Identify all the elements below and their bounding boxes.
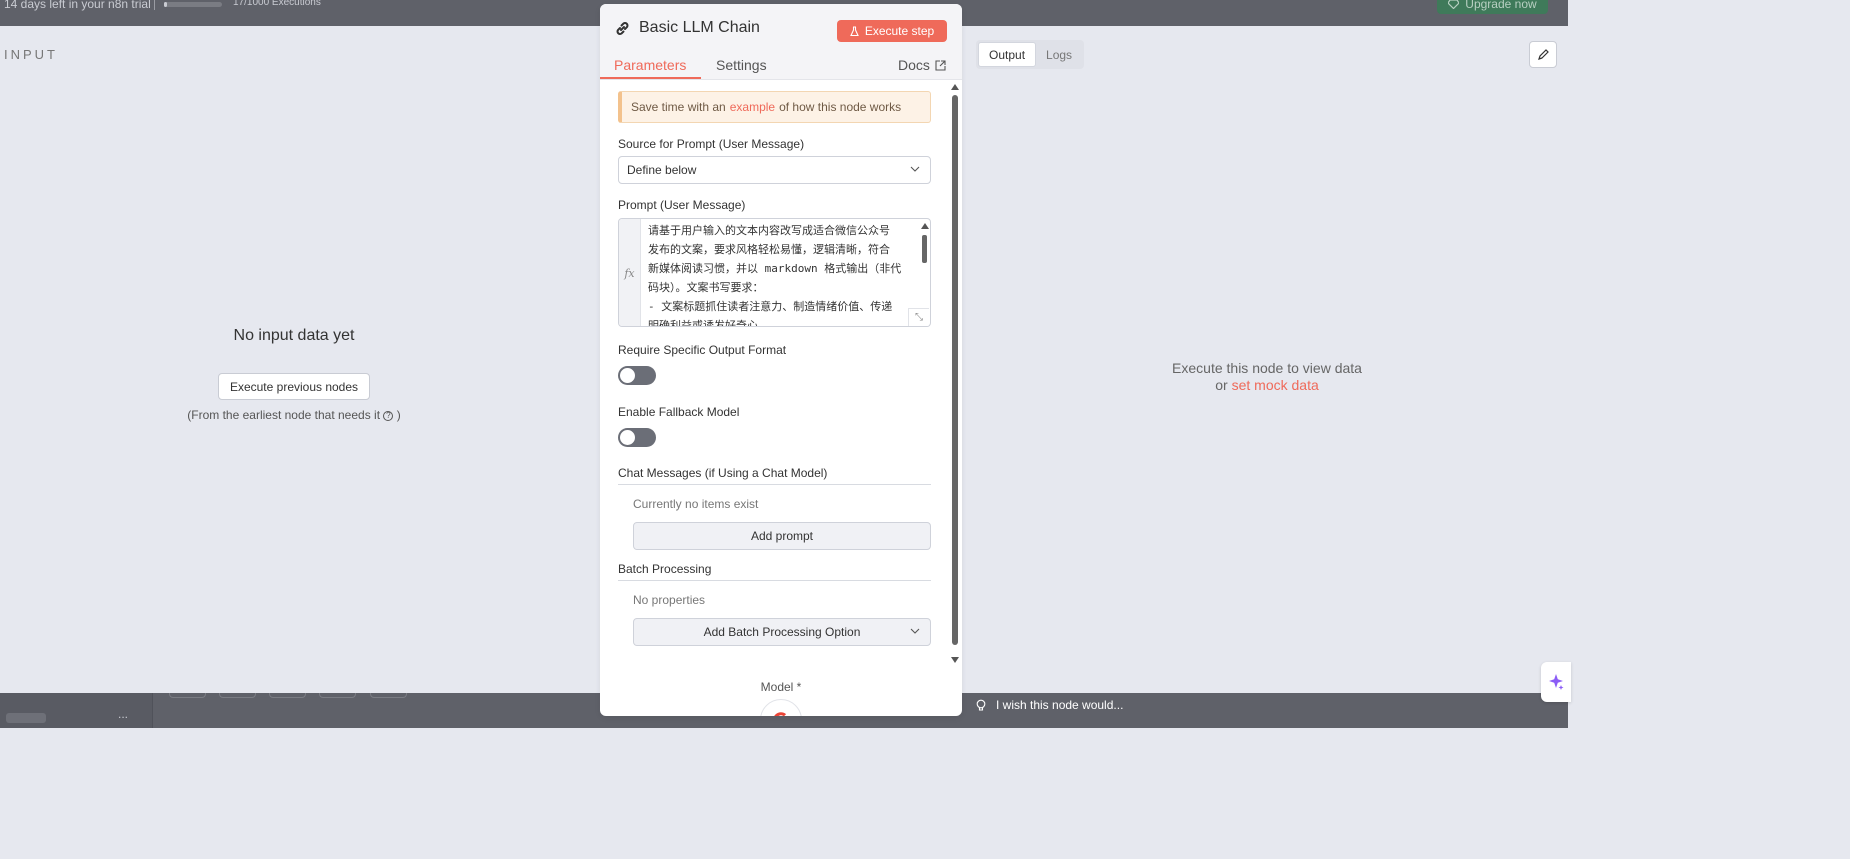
canvas-tool-button[interactable] bbox=[370, 693, 407, 698]
example-link[interactable]: example bbox=[730, 100, 775, 114]
feedback-link[interactable]: I wish this node would... bbox=[976, 698, 1123, 712]
more-menu-icon[interactable]: ... bbox=[118, 707, 128, 721]
divider bbox=[154, 0, 155, 10]
execute-step-button[interactable]: Execute step bbox=[837, 20, 947, 42]
upgrade-label: Upgrade now bbox=[1465, 0, 1537, 11]
scroll-up-icon[interactable] bbox=[951, 84, 959, 90]
docs-link[interactable]: Docs bbox=[898, 57, 946, 73]
executions-count: 17/1000 Executions bbox=[233, 0, 321, 8]
output-empty-state: Execute this node to view data or set mo… bbox=[1140, 360, 1394, 394]
google-icon bbox=[774, 712, 787, 716]
feedback-text: I wish this node would... bbox=[996, 698, 1124, 712]
source-prompt-value: Define below bbox=[627, 163, 697, 177]
external-link-icon bbox=[935, 59, 946, 71]
tip-prefix: Save time with an bbox=[631, 100, 726, 114]
expression-icon: fx bbox=[619, 219, 641, 326]
node-panel-header: Basic LLM Chain Execute step Parameters … bbox=[600, 4, 962, 80]
batch-empty: No properties bbox=[633, 593, 706, 607]
fallback-label: Enable Fallback Model bbox=[618, 405, 740, 419]
sparkle-icon bbox=[1549, 674, 1564, 690]
chevron-down-icon bbox=[910, 628, 920, 634]
executions-progress bbox=[164, 2, 222, 7]
flask-icon bbox=[849, 25, 859, 36]
executions-progress-fill bbox=[164, 2, 168, 7]
output-empty-or: or bbox=[1215, 377, 1228, 393]
tab-logs[interactable]: Logs bbox=[1036, 42, 1082, 67]
tab-settings[interactable]: Settings bbox=[716, 57, 767, 73]
canvas-tool-button[interactable] bbox=[319, 693, 356, 698]
add-batch-option-button[interactable]: Add Batch Processing Option bbox=[633, 618, 931, 646]
fallback-toggle[interactable] bbox=[618, 428, 656, 447]
require-format-label: Require Specific Output Format bbox=[618, 343, 787, 357]
example-tip: Save time with an example of how this no… bbox=[618, 91, 931, 123]
add-batch-option-label: Add Batch Processing Option bbox=[703, 625, 861, 639]
ai-assistant-button[interactable] bbox=[1541, 662, 1571, 702]
set-mock-data-link[interactable]: set mock data bbox=[1232, 377, 1319, 393]
tab-parameters[interactable]: Parameters bbox=[614, 57, 686, 73]
scroll-down-icon[interactable] bbox=[951, 657, 959, 663]
add-prompt-button[interactable]: Add prompt bbox=[633, 522, 931, 550]
node-panel-scrollbar[interactable] bbox=[950, 84, 962, 664]
batch-processing-title: Batch Processing bbox=[618, 562, 931, 581]
expand-editor-icon[interactable]: ⤡ bbox=[908, 308, 929, 326]
scrollbar-thumb[interactable] bbox=[952, 95, 958, 645]
edit-output-button[interactable] bbox=[1529, 41, 1557, 68]
output-empty-line: Execute this node to view data bbox=[1172, 360, 1362, 376]
lightbulb-icon bbox=[976, 699, 986, 711]
tip-suffix: of how this node works bbox=[779, 100, 902, 114]
chat-messages-empty: Currently no items exist bbox=[633, 497, 759, 511]
prompt-scrollbar[interactable] bbox=[920, 221, 929, 311]
docs-label: Docs bbox=[898, 57, 930, 73]
prompt-editor[interactable]: fx 请基于用户输入的文本内容改写成适合微信公众号 发布的文案，要求风格轻松易懂… bbox=[618, 218, 931, 327]
execute-step-label: Execute step bbox=[864, 24, 935, 38]
active-tab-indicator bbox=[600, 77, 701, 79]
prompt-label: Prompt (User Message) bbox=[618, 198, 746, 212]
help-icon[interactable]: ? bbox=[383, 411, 394, 421]
no-input-title: No input data yet bbox=[233, 327, 355, 344]
canvas-tool-button[interactable] bbox=[169, 693, 206, 698]
execute-previous-nodes-button[interactable]: Execute previous nodes bbox=[218, 373, 370, 400]
require-format-toggle[interactable] bbox=[618, 366, 656, 385]
sidebar-footer: ... bbox=[0, 693, 153, 728]
hint-prefix: (From the earliest node that needs it bbox=[187, 408, 381, 422]
google-model-connector[interactable] bbox=[760, 699, 802, 716]
chevron-down-icon bbox=[910, 166, 920, 172]
link-icon bbox=[616, 21, 629, 35]
source-prompt-label: Source for Prompt (User Message) bbox=[618, 137, 805, 151]
node-title[interactable]: Basic LLM Chain bbox=[639, 19, 760, 37]
input-pane-label: INPUT bbox=[4, 47, 58, 62]
gem-icon bbox=[1448, 0, 1460, 9]
source-prompt-select[interactable]: Define below bbox=[618, 156, 931, 184]
pencil-icon bbox=[1538, 48, 1549, 60]
node-panel-tabs: Parameters Settings Docs bbox=[600, 56, 962, 80]
trial-text: 14 days left in your n8n trial bbox=[4, 0, 151, 11]
canvas-tool-button[interactable] bbox=[219, 693, 256, 698]
canvas-tool-button[interactable] bbox=[269, 693, 306, 698]
model-label: Model * bbox=[760, 680, 802, 694]
node-details-panel: Basic LLM Chain Execute step Parameters … bbox=[600, 4, 962, 716]
node-parameters: Save time with an example of how this no… bbox=[600, 80, 962, 716]
prompt-text[interactable]: 请基于用户输入的文本内容改写成适合微信公众号 发布的文案，要求风格轻松易懂，逻辑… bbox=[648, 221, 916, 326]
output-tabs: Output Logs bbox=[976, 40, 1085, 69]
earliest-node-hint: (From the earliest node that needs it ? … bbox=[0, 408, 588, 422]
chat-messages-title: Chat Messages (if Using a Chat Model) bbox=[618, 466, 931, 485]
hint-suffix: ) bbox=[396, 408, 401, 422]
tab-output[interactable]: Output bbox=[978, 42, 1037, 67]
upgrade-button[interactable]: Upgrade now bbox=[1437, 0, 1548, 14]
avatar[interactable] bbox=[6, 713, 46, 723]
